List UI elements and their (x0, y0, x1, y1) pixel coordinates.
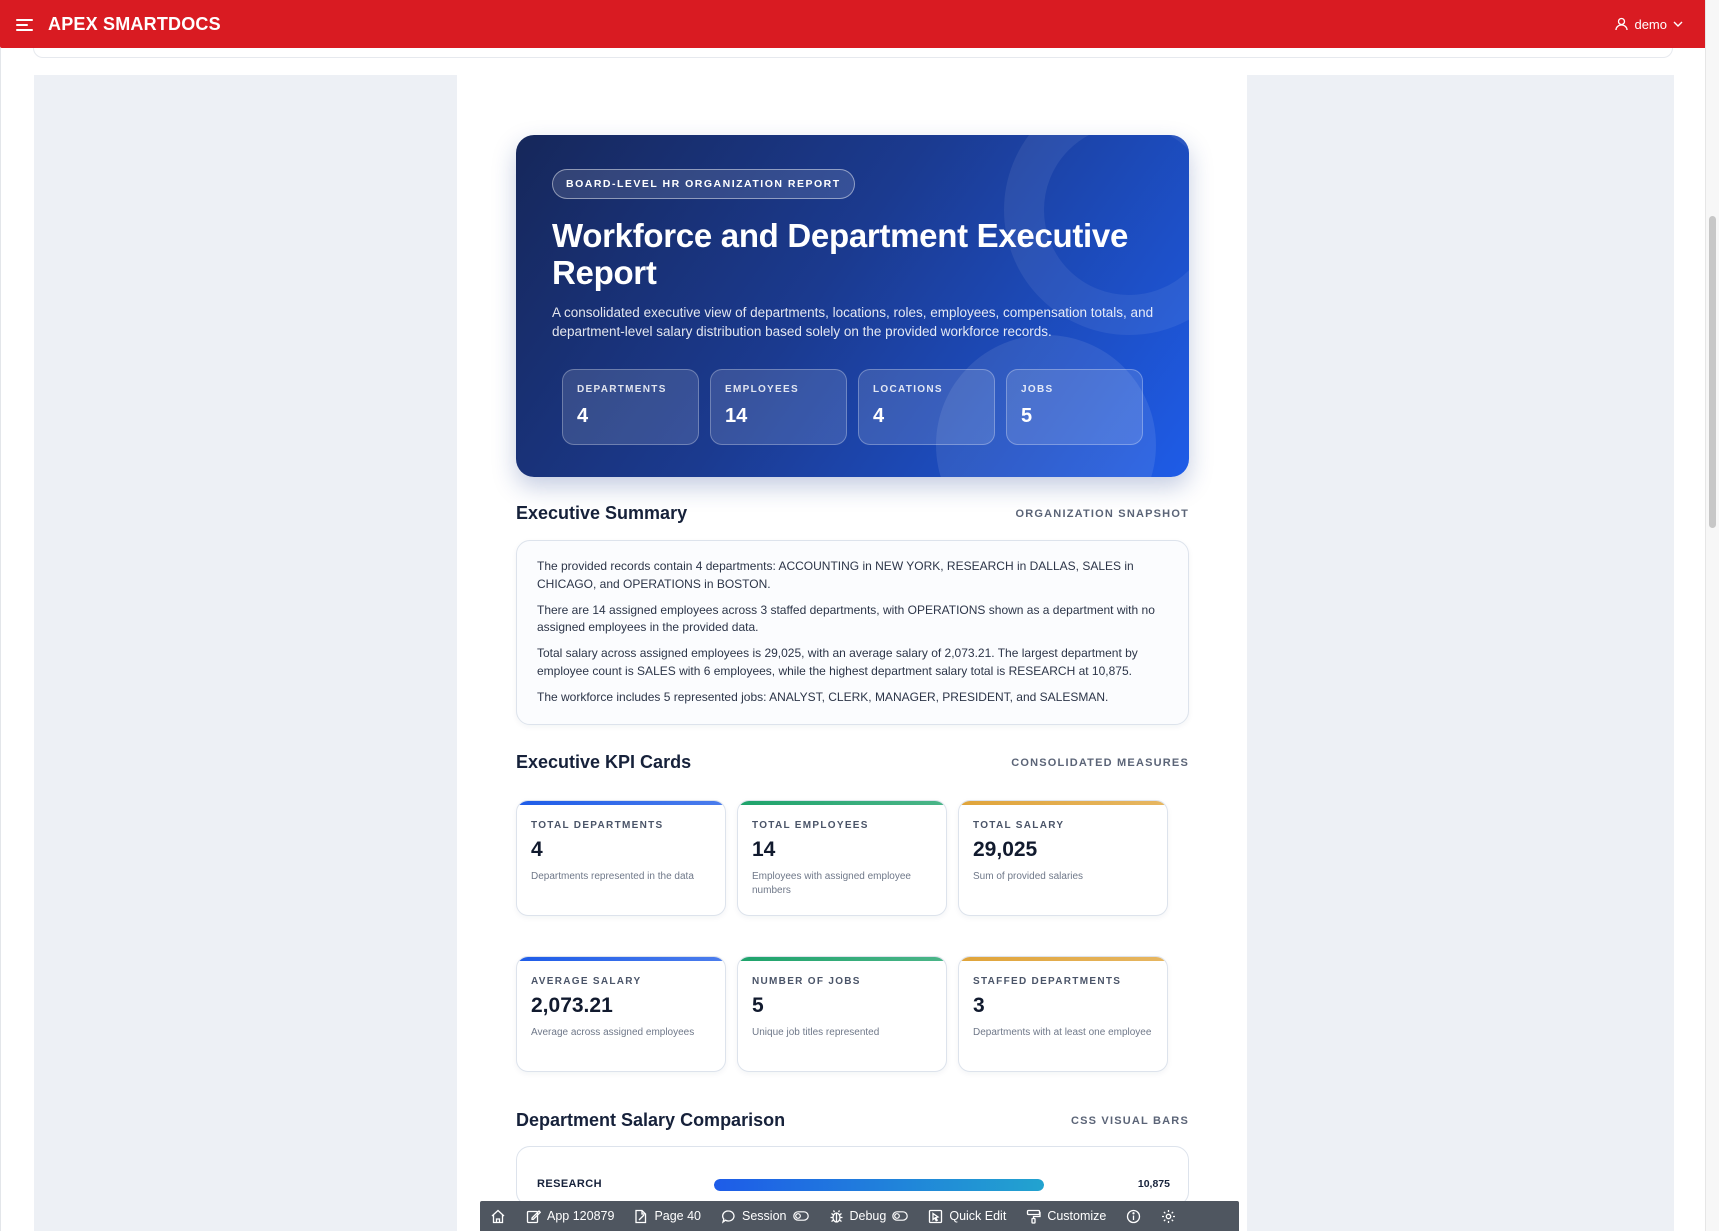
section-title: Executive KPI Cards (516, 752, 692, 772)
page-scrollbar[interactable] (1705, 0, 1719, 1231)
user-name: demo (1634, 16, 1667, 32)
summary-paragraph: Total salary across assigned employees i… (537, 646, 1138, 678)
stat-label: JOBS (1021, 384, 1054, 395)
customize-icon (1027, 1209, 1041, 1224)
section-title: Department Salary Comparison (516, 1110, 786, 1130)
breadcrumb-region (33, 48, 1673, 58)
hero-stats: DEPARTMENTS 4 EMPLOYEES 14 LOCATIONS 4 J… (562, 369, 1143, 445)
stat-value: 4 (873, 405, 885, 427)
kpi-description: Unique job titles represented (752, 1027, 880, 1038)
kpi-value: 4 (531, 838, 543, 861)
settings-button[interactable] (1151, 1201, 1186, 1231)
kpi-label: STAFFED DEPARTMENTS (973, 976, 1122, 987)
summary-paragraph: The workforce includes 5 represented job… (537, 689, 1109, 704)
home-icon (491, 1209, 505, 1223)
stat-label: EMPLOYEES (725, 384, 799, 395)
summary-paragraph: There are 14 assigned employees across 3… (537, 602, 1155, 635)
kpi-value: 5 (752, 994, 764, 1017)
kpi-description: Sum of provided salaries (973, 871, 1084, 882)
customize-button[interactable]: Customize (1016, 1201, 1116, 1231)
stat-value: 4 (577, 405, 589, 427)
kpi-value: 2,073.21 (531, 994, 613, 1017)
toggle-icon (892, 1211, 909, 1221)
stat-label: LOCATIONS (873, 384, 943, 395)
kpi-label: TOTAL SALARY (973, 820, 1065, 831)
app-label: App 120879 (547, 1209, 615, 1223)
bar-department-name: RESEARCH (537, 1178, 602, 1190)
kpi-description: Employees with assigned employee numbers (752, 871, 911, 896)
bar-fill (714, 1179, 1044, 1191)
kpi-label: TOTAL EMPLOYEES (752, 820, 869, 831)
stat-value: 5 (1021, 405, 1033, 427)
kpi-value: 14 (752, 838, 776, 861)
hero-banner: BOARD-LEVEL HR ORGANIZATION REPORT Workf… (516, 135, 1189, 477)
stat-label: DEPARTMENTS (577, 384, 667, 395)
quick-edit-button[interactable]: Quick Edit (918, 1201, 1016, 1231)
kpi-description: Departments with at least one employee (973, 1027, 1152, 1038)
kpi-card-number-of-jobs: NUMBER OF JOBS 5 Unique job titles repre… (737, 956, 947, 1072)
kpi-value: 3 (973, 994, 985, 1017)
page-edit-icon (635, 1209, 647, 1223)
scrollbar-thumb[interactable] (1709, 216, 1716, 528)
salary-header: Department Salary Comparison CSS VISUAL … (516, 1110, 1189, 1131)
stat-employees: EMPLOYEES 14 (710, 369, 847, 445)
page-label: Page 40 (654, 1209, 702, 1223)
kpi-value: 29,025 (973, 838, 1038, 861)
menu-icon[interactable] (16, 17, 34, 31)
page-edit-button[interactable]: Page 40 (624, 1201, 711, 1231)
hero-badge: BOARD-LEVEL HR ORGANIZATION REPORT (552, 169, 855, 199)
kpi-description: Departments represented in the data (531, 871, 694, 882)
kpi-card-staffed-departments: STAFFED DEPARTMENTS 3 Departments with a… (958, 956, 1168, 1072)
gear-icon (1162, 1209, 1176, 1223)
page-title: Workforce and Department Executive Repor… (552, 217, 1129, 291)
customize-label: Customize (1047, 1209, 1107, 1223)
stat-departments: DEPARTMENTS 4 (562, 369, 699, 445)
app-edit-button[interactable]: App 120879 (516, 1201, 624, 1231)
stat-jobs: JOBS 5 (1006, 369, 1143, 445)
kpi-card-total-salary: TOTAL SALARY 29,025 Sum of provided sala… (958, 800, 1168, 916)
info-icon (1127, 1209, 1141, 1223)
stat-value: 14 (725, 405, 748, 427)
kpi-card-average-salary: AVERAGE SALARY 2,073.21 Average across a… (516, 956, 726, 1072)
debug-button[interactable]: Debug (819, 1201, 919, 1231)
user-icon (1615, 17, 1629, 31)
section-tag: CSS VISUAL BARS (1070, 1114, 1189, 1127)
executive-summary-card: The provided records contain 4 departmen… (516, 540, 1189, 725)
chevron-down-icon (1673, 21, 1683, 27)
debug-label: Debug (849, 1209, 887, 1223)
kpi-label: TOTAL DEPARTMENTS (531, 820, 664, 831)
section-title: Executive Summary (516, 503, 688, 523)
app-header: APEX SMARTDOCS demo (0, 0, 1705, 48)
salary-bar-row: RESEARCH 10,875 (537, 1178, 1170, 1192)
info-button[interactable] (1116, 1201, 1151, 1231)
kpi-label: AVERAGE SALARY (531, 976, 642, 987)
session-icon (721, 1209, 735, 1224)
bar-value: 10,875 (1137, 1178, 1170, 1190)
kpi-card-total-departments: TOTAL DEPARTMENTS 4 Departments represen… (516, 800, 726, 916)
quick-edit-icon (929, 1209, 943, 1223)
edit-icon (526, 1209, 541, 1223)
session-label: Session (742, 1209, 787, 1223)
bar-track (714, 1179, 1044, 1191)
salary-bars-card: RESEARCH 10,875 (516, 1146, 1189, 1206)
home-button[interactable] (480, 1201, 516, 1231)
summary-header: Executive Summary ORGANIZATION SNAPSHOT (516, 503, 1189, 524)
app-title[interactable]: APEX SMARTDOCS (48, 14, 221, 35)
kpi-header: Executive KPI Cards CONSOLIDATED MEASURE… (516, 752, 1189, 773)
debug-icon (830, 1209, 842, 1223)
user-menu-button[interactable]: demo (1615, 17, 1683, 32)
quick-edit-label: Quick Edit (949, 1209, 1007, 1223)
stat-locations: LOCATIONS 4 (858, 369, 995, 445)
session-button[interactable]: Session (711, 1201, 818, 1231)
toggle-icon (792, 1211, 809, 1221)
kpi-label: NUMBER OF JOBS (752, 976, 861, 987)
hero-description: A consolidated executive view of departm… (552, 305, 1154, 339)
summary-paragraph: The provided records contain 4 departmen… (537, 559, 1134, 591)
section-tag: ORGANIZATION SNAPSHOT (1015, 507, 1189, 520)
developer-toolbar: App 120879 Page 40 Session Debug Quick E… (480, 1201, 1239, 1231)
kpi-card-total-employees: TOTAL EMPLOYEES 14 Employees with assign… (737, 800, 947, 916)
kpi-grid: TOTAL DEPARTMENTS 4 Departments represen… (516, 800, 1189, 1072)
kpi-description: Average across assigned employees (531, 1027, 695, 1038)
section-tag: CONSOLIDATED MEASURES (1011, 756, 1189, 769)
